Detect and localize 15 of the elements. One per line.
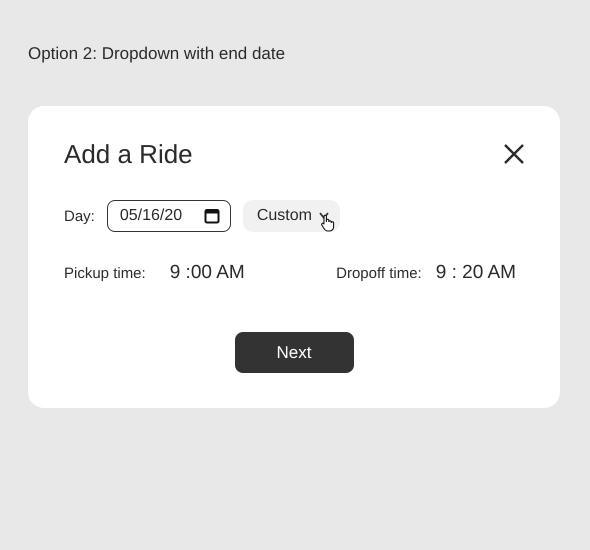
- pickup-time[interactable]: 9 :00 AM: [170, 262, 245, 284]
- hand-cursor-icon: [320, 214, 336, 232]
- close-button[interactable]: [502, 142, 526, 166]
- chevron-down-icon: [318, 211, 330, 221]
- calendar-icon: [204, 208, 220, 224]
- page-heading: Option 2: Dropdown with end date: [28, 44, 286, 65]
- date-field[interactable]: 05/16/20: [106, 200, 231, 232]
- pickup-label: Pickup time:: [64, 264, 146, 282]
- dropoff-label: Dropoff time:: [336, 264, 422, 282]
- dropoff-time[interactable]: 9 : 20 AM: [436, 262, 516, 284]
- dialog-title: Add a Ride: [64, 138, 193, 170]
- close-icon: [502, 142, 526, 166]
- repeat-dropdown[interactable]: Custom: [242, 200, 340, 232]
- day-label: Day:: [64, 208, 95, 224]
- next-button[interactable]: Next: [234, 332, 354, 373]
